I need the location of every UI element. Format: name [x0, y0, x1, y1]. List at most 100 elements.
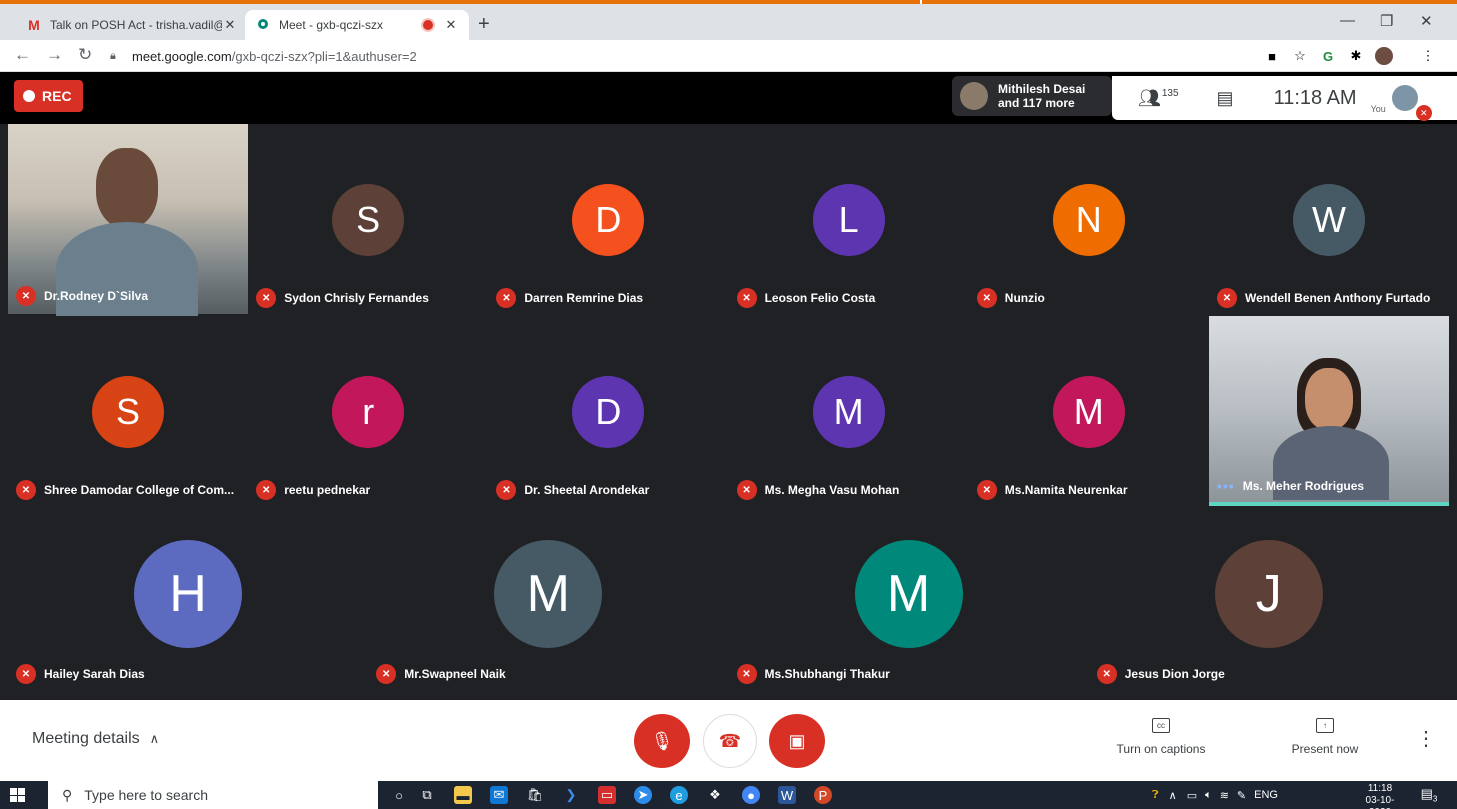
participant-name: Ms. Meher Rodrigues: [1242, 479, 1365, 493]
mail-icon[interactable]: ✉: [490, 786, 508, 804]
taskbar-search-input[interactable]: ⚲ Type here to search: [48, 781, 378, 809]
participant-name: Hailey Sarah Dias: [44, 667, 145, 681]
taskbar-clock[interactable]: 11:1803-10-2020: [1356, 783, 1404, 809]
mic-off-icon: ✕: [976, 288, 997, 308]
extensions-icon[interactable]: ✱: [1346, 46, 1366, 66]
volume-icon[interactable]: 🔈︎: [1205, 789, 1212, 802]
participant-name-bar: ✕ Leoson Felio Costa: [736, 288, 875, 308]
close-tab-icon[interactable]: ✕: [222, 17, 238, 33]
participant-name-bar: ✕ Sydon Chrisly Fernandes: [256, 288, 429, 308]
participant-tile[interactable]: W ✕ Wendell Benen Anthony Furtado: [1209, 124, 1449, 316]
new-tab-button[interactable]: +: [478, 13, 490, 36]
self-avatar[interactable]: ✕: [1391, 85, 1432, 121]
url-field[interactable]: 🔒︎ meet.google.com/gxb-qczi-szx?pli=1&au…: [110, 45, 1240, 67]
more-options-icon[interactable]: ⋮: [1416, 726, 1436, 751]
recording-badge[interactable]: REC: [14, 80, 83, 112]
mic-off-icon: ✕: [496, 288, 517, 308]
browser-menu-icon[interactable]: ⋮: [1418, 46, 1438, 66]
participant-tile[interactable]: M ✕ Ms. Megha Vasu Mohan: [728, 316, 969, 508]
vscode-icon[interactable]: ❯: [562, 786, 580, 804]
mic-toggle-button[interactable]: 🎙︎: [634, 714, 690, 768]
notification-icon[interactable]: ▤3: [1420, 786, 1438, 804]
store-icon[interactable]: 🛍︎: [526, 786, 544, 804]
dropbox-icon[interactable]: ❖: [706, 786, 724, 804]
participant-name: Jesus Dion Jorge: [1124, 667, 1225, 681]
participant-avatar: W: [1293, 184, 1365, 256]
word-icon[interactable]: W: [778, 786, 796, 804]
participant-name: Ms.Namita Neurenkar: [1004, 483, 1128, 497]
participant-tile[interactable]: D ✕ Darren Remrine Dias: [488, 124, 729, 316]
meeting-controls-bar: Meeting details ∧ 🎙︎ ☎︎ ▣ cc Turn on capti…: [0, 700, 1457, 781]
participant-tile[interactable]: H ✕ Hailey Sarah Dias: [8, 508, 368, 692]
camera-toggle-button[interactable]: ▣: [769, 714, 825, 768]
mic-off-icon: ✕: [1415, 105, 1432, 121]
help-icon[interactable]: ❓︎: [1152, 789, 1159, 802]
participant-tile[interactable]: N ✕ Nunzio: [968, 124, 1209, 316]
battery-icon[interactable]: ▭: [1187, 789, 1197, 802]
participant-avatar: H: [134, 540, 242, 648]
restore-icon[interactable]: ❐: [1380, 12, 1393, 30]
participant-avatar: r: [332, 376, 405, 448]
participant-avatar: M: [812, 376, 885, 448]
wifi-icon[interactable]: ≋: [1220, 789, 1229, 802]
self-label: You: [1370, 104, 1386, 114]
participant-avatar: M: [854, 540, 963, 648]
reload-icon[interactable]: ↻: [78, 45, 92, 65]
participant-tile[interactable]: S ✕ Shree Damodar College of Com...: [8, 316, 248, 508]
chrome-icon[interactable]: ●: [742, 786, 760, 804]
participant-tile[interactable]: J ✕ Jesus Dion Jorge: [1088, 508, 1449, 692]
participant-tile[interactable]: ✕ Dr.Rodney D`Silva: [8, 124, 248, 317]
profile-avatar[interactable]: [1374, 46, 1394, 66]
present-icon: ↑: [1316, 718, 1334, 733]
meet-icon: [255, 17, 271, 33]
back-icon[interactable]: ←: [14, 45, 31, 65]
grammarly-icon[interactable]: G: [1318, 46, 1338, 66]
meeting-clock: 11:18 AM: [1273, 86, 1357, 109]
minimize-icon[interactable]: —: [1340, 12, 1355, 29]
participant-tile[interactable]: M ✕ Ms.Namita Neurenkar: [968, 316, 1209, 508]
meeting-details-button[interactable]: Meeting details ∧: [32, 730, 159, 748]
edge-icon[interactable]: e: [670, 786, 688, 804]
participant-name-bar: ✕ Darren Remrine Dias: [496, 288, 643, 308]
participant-tile[interactable]: M ✕ Mr.Swapneel Naik: [368, 508, 729, 692]
file-explorer-icon[interactable]: ▬: [454, 786, 472, 804]
forward-icon[interactable]: →: [46, 45, 63, 65]
present-now-button[interactable]: ↑ Present now: [1280, 718, 1370, 756]
hang-up-button[interactable]: ☎︎: [703, 714, 757, 768]
tab-gmail[interactable]: M Talk on POSH Act - trisha.vadil@ ✕: [16, 10, 248, 40]
powerpoint-icon[interactable]: P: [814, 786, 832, 804]
bookmark-star-icon[interactable]: ☆: [1290, 46, 1310, 66]
people-icon: 👥︎: [1138, 87, 1161, 108]
mic-off-icon: ✕: [736, 480, 757, 500]
participant-tile[interactable]: ••• Ms. Meher Rodrigues: [1209, 316, 1449, 502]
participant-tile[interactable]: D ✕ Dr. Sheetal Arondekar: [488, 316, 729, 508]
participant-tile[interactable]: S ✕ Sydon Chrisly Fernandes: [248, 124, 489, 316]
participant-tile[interactable]: M ✕ Ms.Shubhangi Thakur: [728, 508, 1089, 692]
language-indicator[interactable]: ENG: [1254, 789, 1278, 801]
participant-avatar: D: [572, 376, 645, 448]
participants-button[interactable]: 👥︎ 135: [1138, 88, 1179, 109]
url-path: /gxb-qczi-szx?pli=1&authuser=2: [231, 48, 417, 64]
task-view-icon[interactable]: ⧉: [418, 786, 436, 804]
presenter-chip[interactable]: Mithilesh Desai and 117 more: [952, 76, 1112, 116]
close-window-icon[interactable]: ✕: [1420, 12, 1433, 30]
tab-meet[interactable]: Meet - gxb-qczi-szx ✕: [245, 10, 469, 40]
chat-icon[interactable]: ▤: [1217, 88, 1234, 109]
close-tab-icon[interactable]: ✕: [443, 17, 459, 33]
participant-name-bar: ✕ Mr.Swapneel Naik: [376, 664, 506, 684]
windows-start-icon[interactable]: [10, 788, 25, 802]
chevron-up-icon[interactable]: ∧: [1169, 789, 1177, 802]
cortana-icon[interactable]: ○: [390, 786, 408, 804]
telegram-icon[interactable]: ➤: [634, 786, 652, 804]
gmail-icon: M: [28, 17, 40, 33]
pen-icon[interactable]: ✎: [1237, 789, 1246, 802]
participant-tile[interactable]: r ✕ reetu pednekar: [248, 316, 489, 508]
captions-icon: cc: [1152, 718, 1170, 733]
presentation-app-icon[interactable]: ▭: [598, 786, 616, 804]
recording-indicator-icon: [423, 20, 433, 30]
presenter-name: Mithilesh Desai: [998, 82, 1086, 96]
participant-tile[interactable]: L ✕ Leoson Felio Costa: [728, 124, 969, 316]
camera-icon[interactable]: ■: [1262, 46, 1282, 66]
participant-name: Dr.Rodney D`Silva: [44, 289, 149, 303]
captions-button[interactable]: cc Turn on captions: [1097, 718, 1225, 756]
